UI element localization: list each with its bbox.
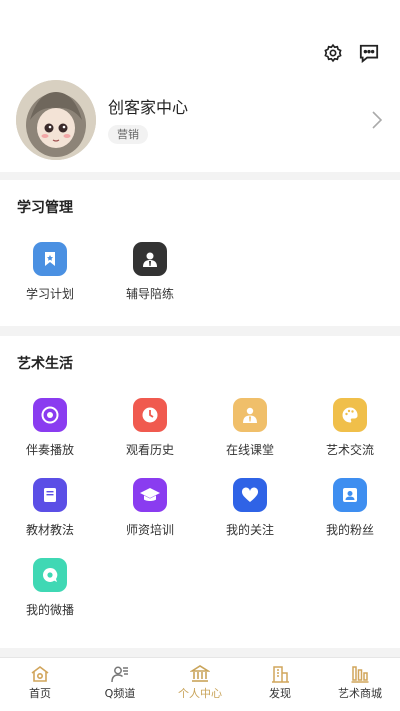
teacher-icon (233, 398, 267, 432)
fan-user-icon (333, 478, 367, 512)
section-title: 艺术生活 (17, 356, 73, 372)
study-grid: 学习计划 辅导陪练 (0, 242, 400, 322)
item-label: 师资培训 (125, 523, 174, 537)
heart-icon (233, 478, 267, 512)
top-actions (322, 42, 380, 64)
profile-info: 创客家中心 营销 (108, 97, 370, 144)
study-plan-item[interactable]: 学习计划 (0, 242, 100, 322)
online-class-item[interactable]: 在线课堂 (200, 398, 300, 478)
art-life-section: 艺术生活 伴奏播放 观看历史 在线课堂 艺术交流 教材教法 师资培训 我的关注 … (0, 336, 400, 648)
channel-icon (111, 666, 128, 683)
tab-label: 个人中心 (178, 687, 222, 700)
my-microcast-item[interactable]: 我的微播 (0, 558, 100, 638)
settings-gear-icon[interactable] (322, 42, 344, 64)
study-management-section: 学习管理 学习计划 辅导陪练 (0, 180, 400, 326)
item-label: 观看历史 (125, 443, 174, 457)
item-label: 学习计划 (25, 287, 74, 301)
chevron-right-icon[interactable] (370, 108, 384, 132)
tab-label: 艺术商城 (338, 687, 382, 700)
item-label: 教材教法 (25, 523, 74, 537)
section-title: 学习管理 (17, 200, 73, 216)
tab-personal-center[interactable]: 个人中心 (160, 658, 240, 711)
tutor-icon (133, 242, 167, 276)
teacher-training-item[interactable]: 师资培训 (100, 478, 200, 558)
profile-row[interactable]: 创客家中心 营销 (16, 80, 384, 160)
profile-tag: 营销 (108, 124, 148, 144)
item-label: 我的微播 (25, 603, 74, 617)
clock-icon (133, 398, 167, 432)
home-icon (31, 666, 49, 682)
my-follow-item[interactable]: 我的关注 (200, 478, 300, 558)
bookmark-icon (33, 242, 67, 276)
profile-name: 创客家中心 (108, 97, 189, 117)
avatar[interactable] (16, 80, 96, 160)
my-fans-item[interactable]: 我的粉丝 (300, 478, 400, 558)
item-label: 辅导陪练 (125, 287, 174, 301)
item-label: 在线课堂 (225, 443, 274, 457)
tab-discover[interactable]: 发现 (240, 658, 320, 711)
textbook-method-item[interactable]: 教材教法 (0, 478, 100, 558)
palette-icon (333, 398, 367, 432)
tutor-practice-item[interactable]: 辅导陪练 (100, 242, 200, 322)
profile-header: 创客家中心 营销 (0, 0, 400, 172)
tab-label: Q频道 (104, 687, 136, 700)
item-label: 我的粉丝 (325, 523, 374, 537)
message-icon[interactable] (358, 42, 380, 64)
tab-label: 发现 (269, 687, 291, 700)
tab-q-channel[interactable]: Q频道 (80, 658, 160, 711)
play-disc-icon (33, 398, 67, 432)
bank-icon (190, 665, 210, 682)
discover-icon (272, 666, 289, 683)
art-exchange-item[interactable]: 艺术交流 (300, 398, 400, 478)
tab-label: 首页 (29, 687, 51, 700)
item-label: 伴奏播放 (25, 443, 74, 457)
chat-bubble-icon (33, 558, 67, 592)
accompaniment-play-item[interactable]: 伴奏播放 (0, 398, 100, 478)
mall-icon (351, 666, 369, 683)
graduation-cap-icon (133, 478, 167, 512)
item-label: 我的关注 (225, 523, 274, 537)
book-icon (33, 478, 67, 512)
tab-home[interactable]: 首页 (0, 658, 80, 711)
item-label: 艺术交流 (325, 443, 374, 457)
bottom-tab-bar: 首页 Q频道 个人中心 发现 艺术商城 (0, 657, 400, 711)
watch-history-item[interactable]: 观看历史 (100, 398, 200, 478)
art-grid: 伴奏播放 观看历史 在线课堂 艺术交流 教材教法 师资培训 我的关注 我的粉丝 … (0, 398, 400, 638)
tab-art-mall[interactable]: 艺术商城 (320, 658, 400, 711)
